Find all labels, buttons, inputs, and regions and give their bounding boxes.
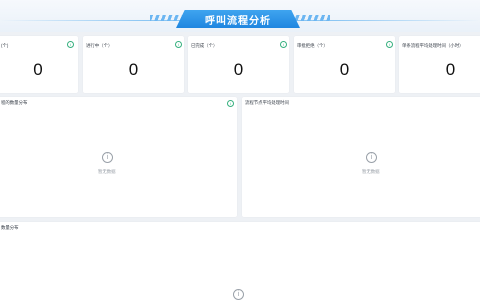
panel-count-distribution: 程的数量分布 i i 暂无数据: [0, 97, 237, 217]
stat-value: 0: [445, 60, 456, 79]
panel-node-avg-time: 流程节点平均处理时间 i 暂无数据: [242, 97, 480, 217]
stat-card-label: 审批拒绝（个）: [297, 43, 328, 48]
stat-card-total: (个) i 0: [0, 36, 78, 93]
info-circle-icon[interactable]: i: [280, 41, 287, 48]
empty-info-icon: i: [102, 152, 113, 163]
info-circle-icon[interactable]: i: [175, 41, 182, 48]
empty-state-text: 暂无数据: [98, 169, 116, 174]
panel-bottom-distribution: 数量分布 i: [0, 222, 480, 300]
stat-card-label: (个): [1, 43, 9, 48]
stat-card-label: 单条流程平均处理时间（小时）: [402, 43, 464, 48]
title-plate: 呼叫流程分析: [176, 10, 300, 28]
empty-info-icon: i: [233, 289, 244, 300]
stat-card-label: 已完成（个）: [191, 43, 218, 48]
call-flow-analysis-page: 呼叫流程分析 (个) i 0 进行中（个） i 0 已完成（个） i 0 审批拒…: [0, 0, 480, 300]
stat-card-avg-time: 单条流程平均处理时间（小时） 0: [399, 36, 480, 93]
empty-info-icon: i: [366, 152, 377, 163]
page-header: 呼叫流程分析: [0, 0, 480, 32]
stat-card-rejected: 审批拒绝（个） i 0: [294, 36, 395, 93]
panel-title: 程的数量分布: [1, 100, 28, 105]
info-circle-icon[interactable]: i: [67, 41, 74, 48]
stat-value: 0: [128, 60, 139, 79]
stat-card-label: 进行中（个）: [86, 43, 113, 48]
info-circle-icon[interactable]: i: [227, 100, 234, 107]
stat-card-in-progress: 进行中（个） i 0: [83, 36, 184, 93]
stat-value: 0: [339, 60, 350, 79]
empty-state-text: 暂无数据: [362, 169, 380, 174]
panel-title: 数量分布: [1, 225, 19, 230]
stat-value: 0: [233, 60, 244, 79]
page-title: 呼叫流程分析: [205, 15, 271, 27]
info-circle-icon[interactable]: i: [386, 41, 393, 48]
stat-card-completed: 已完成（个） i 0: [188, 36, 289, 93]
panel-title: 流程节点平均处理时间: [245, 100, 289, 105]
stat-value: 0: [33, 60, 43, 79]
